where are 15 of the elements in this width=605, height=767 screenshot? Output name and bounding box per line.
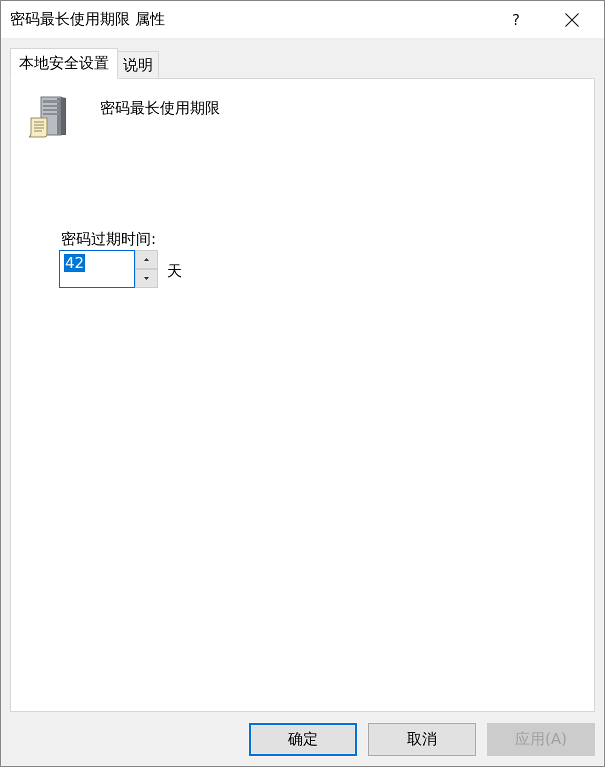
server-document-icon (28, 96, 68, 138)
window-title: 密码最长使用期限 属性 (10, 10, 166, 29)
days-input-field[interactable]: 42 (59, 250, 135, 288)
caret-up-icon (144, 258, 149, 261)
tab[interactable]: 本地安全设置 (10, 48, 118, 79)
unit-label: 天 (167, 262, 182, 280)
dialog-button[interactable]: 确定 (249, 722, 357, 756)
close-icon (565, 12, 579, 26)
expiry-label: 密码过期时间: (61, 230, 156, 249)
tab[interactable]: 说明 (118, 51, 159, 79)
spin-down-button[interactable] (135, 269, 158, 288)
caret-down-icon (144, 277, 149, 280)
dialog-button[interactable]: 取消 (368, 722, 476, 756)
spin-up-button[interactable] (135, 250, 158, 269)
policy-name: 密码最长使用期限 (100, 99, 220, 118)
